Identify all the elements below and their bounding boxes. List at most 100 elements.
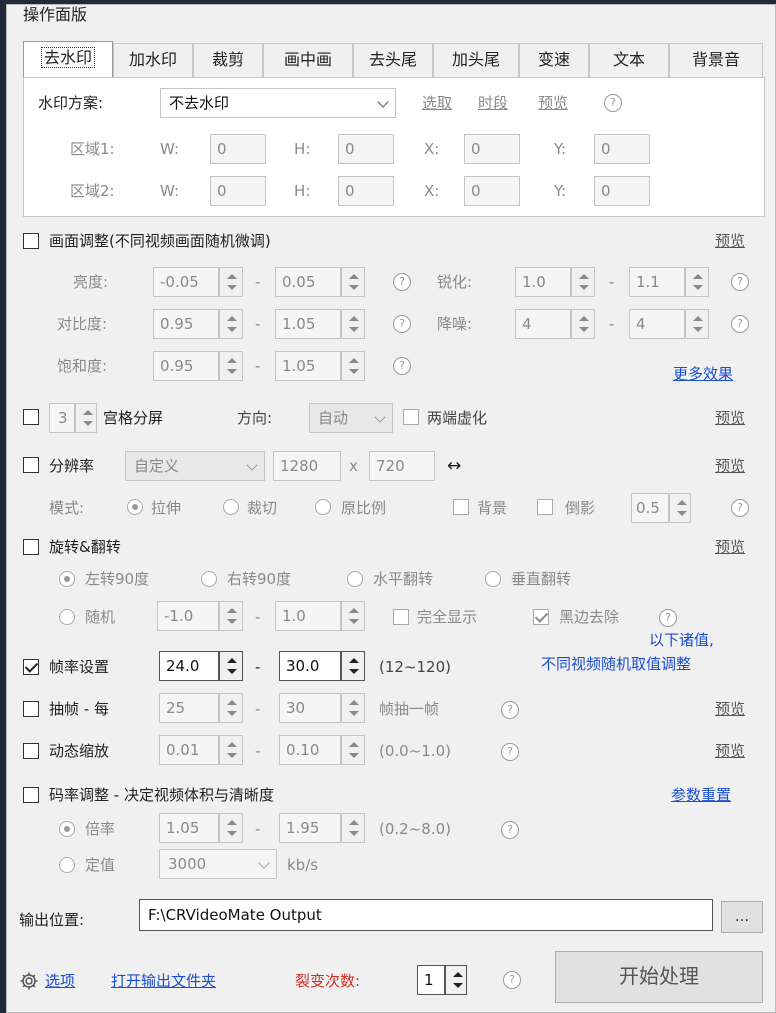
brightness-min-input[interactable]: -0.05 [153,267,219,297]
tab-trim-ends[interactable]: 去头尾 [353,43,433,77]
contrast-min-spinner[interactable] [219,309,243,339]
brightness-max-spinner[interactable] [341,267,365,297]
background-checkbox[interactable] [453,499,469,515]
region1-y-input[interactable]: 0 [594,134,650,164]
zoom-preview-link[interactable]: 预览 [715,740,745,762]
region2-w-input[interactable]: 0 [210,176,266,206]
direction-select[interactable]: 自动 [309,403,393,433]
tab-bgm[interactable]: 背景音 [669,43,763,77]
saturation-help-icon[interactable]: ? [393,357,411,375]
zoom-help-icon[interactable]: ? [501,743,519,761]
brightness-help-icon[interactable]: ? [393,273,411,291]
fission-spinner[interactable] [445,965,467,995]
tab-picture-in-picture[interactable]: 画中画 [263,43,353,77]
grid-checkbox[interactable] [23,409,39,425]
denoise-min-spinner[interactable] [571,309,595,339]
frame-drop-max-input[interactable]: 30 [279,693,341,723]
framerate-checkbox[interactable] [23,659,39,675]
fixed-bitrate-radio[interactable] [59,857,75,873]
saturation-min-spinner[interactable] [219,351,243,381]
grid-count-input[interactable]: 3 [49,403,75,433]
full-display-checkbox[interactable] [393,609,409,625]
original-radio[interactable] [315,499,331,515]
fission-help-icon[interactable]: ? [503,971,521,989]
time-link[interactable]: 时段 [478,92,508,114]
resolution-help-icon[interactable]: ? [731,499,749,517]
reflection-input[interactable]: 0.5 [631,493,669,523]
multiplier-min-spinner[interactable] [219,813,243,843]
stretch-radio[interactable] [127,499,143,515]
zoom-min-input[interactable]: 0.01 [159,735,219,765]
saturation-max-input[interactable]: 1.05 [275,351,341,381]
brightness-min-spinner[interactable] [219,267,243,297]
start-processing-button[interactable]: 开始处理 [555,951,763,1003]
multiplier-max-input[interactable]: 1.95 [279,813,341,843]
frame-drop-help-icon[interactable]: ? [501,701,519,719]
region2-y-input[interactable]: 0 [594,176,650,206]
region1-w-input[interactable]: 0 [210,134,266,164]
open-output-folder-link[interactable]: 打开输出文件夹 [111,970,216,992]
contrast-min-input[interactable]: 0.95 [153,309,219,339]
multiplier-min-input[interactable]: 1.05 [159,813,219,843]
tab-crop[interactable]: 裁剪 [193,43,263,77]
sharpen-max-input[interactable]: 1.1 [629,267,685,297]
framerate-min-spinner[interactable] [219,651,243,681]
reflection-checkbox[interactable] [537,499,553,515]
rotate-preview-link[interactable]: 预览 [715,536,745,558]
output-path-input[interactable]: F:\CRVideoMate Output [139,899,713,931]
framerate-max-input[interactable]: 30.0 [279,651,341,681]
random-rotate-max-spinner[interactable] [341,601,365,631]
region1-x-input[interactable]: 0 [464,134,520,164]
rotate-checkbox[interactable] [23,539,39,555]
random-rotate-min-spinner[interactable] [219,601,243,631]
more-effects-link[interactable]: 更多效果 [673,363,733,385]
saturation-min-input[interactable]: 0.95 [153,351,219,381]
brightness-max-input[interactable]: 0.05 [275,267,341,297]
framerate-max-spinner[interactable] [341,651,365,681]
region2-h-input[interactable]: 0 [338,176,394,206]
resolution-width-input[interactable]: 1280 [273,451,341,481]
crop-radio[interactable] [223,499,239,515]
frame-drop-checkbox[interactable] [23,701,39,717]
random-rotate-min-input[interactable]: -1.0 [157,601,219,631]
blur-ends-checkbox[interactable] [403,409,419,425]
zoom-max-input[interactable]: 0.10 [279,735,341,765]
tab-remove-watermark[interactable]: 去水印 [23,41,113,77]
scheme-select[interactable]: 不去水印 [160,88,396,118]
frame-drop-max-spinner[interactable] [341,693,365,723]
zoom-min-spinner[interactable] [219,735,243,765]
gear-icon[interactable] [19,971,39,991]
contrast-help-icon[interactable]: ? [393,315,411,333]
random-rotate-radio[interactable] [59,609,75,625]
tab-text[interactable]: 文本 [589,43,669,77]
grid-preview-link[interactable]: 预览 [715,407,745,429]
region1-h-input[interactable]: 0 [338,134,394,164]
tab-add-ends[interactable]: 加头尾 [433,43,519,77]
hflip-radio[interactable] [347,571,363,587]
resolution-checkbox[interactable] [23,457,39,473]
denoise-help-icon[interactable]: ? [731,315,749,333]
grid-count-spinner[interactable] [75,403,97,433]
frame-drop-preview-link[interactable]: 预览 [715,698,745,720]
help-icon[interactable]: ? [604,94,622,112]
swap-icon[interactable]: ↔ [447,455,461,477]
random-rotate-max-input[interactable]: 1.0 [275,601,341,631]
zoom-max-spinner[interactable] [341,735,365,765]
image-adjust-checkbox[interactable] [23,233,39,249]
sharpen-max-spinner[interactable] [685,267,709,297]
fixed-bitrate-select[interactable]: 3000 [159,849,277,879]
tab-speed[interactable]: 变速 [519,43,589,77]
sharpen-help-icon[interactable]: ? [731,273,749,291]
browse-button[interactable]: ... [721,901,763,933]
rotate-right90-radio[interactable] [201,571,217,587]
reflection-spinner[interactable] [669,493,691,523]
fission-input[interactable]: 1 [417,965,445,995]
vflip-radio[interactable] [485,571,501,587]
resolution-preview-link[interactable]: 预览 [715,455,745,477]
reset-params-link[interactable]: 参数重置 [671,784,731,806]
rotate-left90-radio[interactable] [59,571,75,587]
denoise-min-input[interactable]: 4 [515,309,571,339]
bitrate-help-icon[interactable]: ? [501,821,519,839]
select-link[interactable]: 选取 [422,92,452,114]
resolution-preset-select[interactable]: 自定义 [125,451,265,481]
